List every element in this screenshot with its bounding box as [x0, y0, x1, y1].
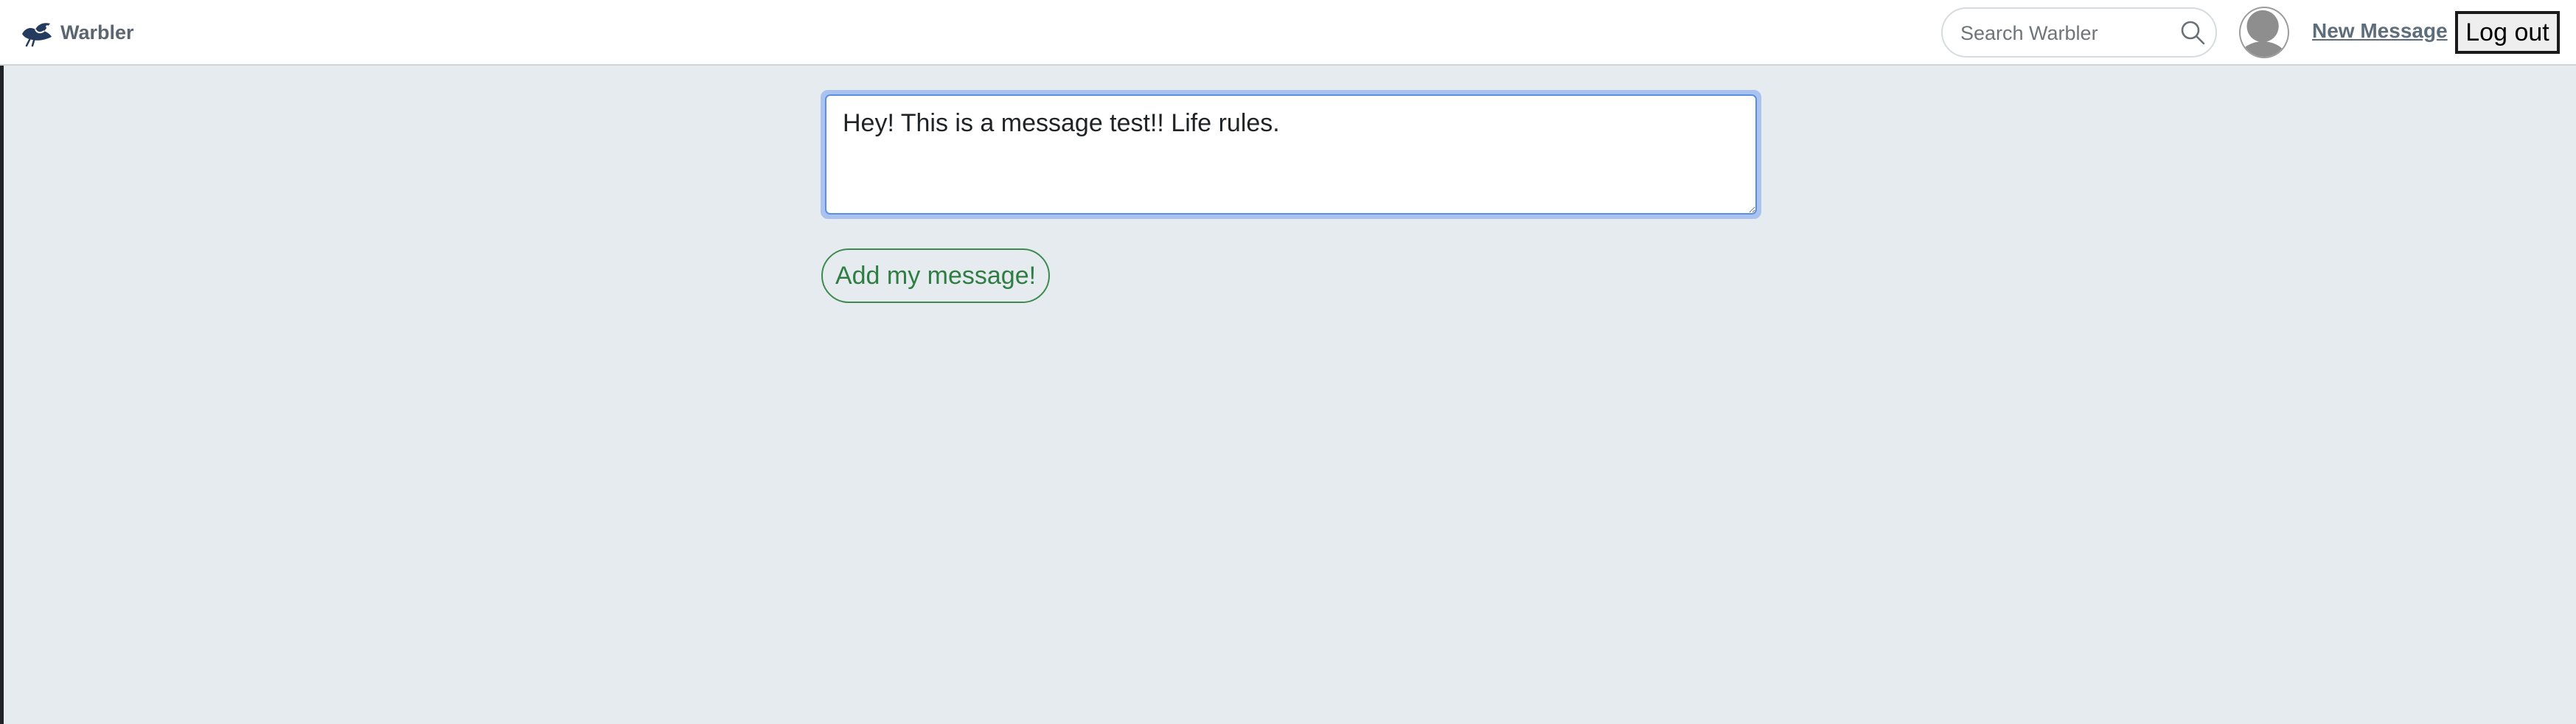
search-button[interactable]: [2177, 18, 2208, 49]
bird-logo-icon: [22, 23, 52, 47]
top-navbar: Warbler New Message Log out: [0, 0, 2576, 66]
default-avatar-icon: [2241, 10, 2287, 57]
brand-name: Warbler: [60, 21, 134, 43]
add-message-button[interactable]: Add my message!: [821, 248, 1050, 303]
brand-home-link[interactable]: Warbler: [19, 15, 134, 50]
logout-button[interactable]: Log out: [2455, 11, 2560, 54]
new-message-link[interactable]: New Message: [2312, 19, 2448, 43]
message-composer: Hey! This is a message test!! Life rules…: [821, 90, 1761, 219]
app-page: Warbler New Message Log out Hey! This is…: [0, 0, 2576, 724]
search-icon: [2181, 21, 2205, 45]
search-input[interactable]: [1959, 15, 2176, 52]
message-textarea[interactable]: Hey! This is a message test!! Life rules…: [825, 94, 1757, 215]
search-form: [1941, 7, 2217, 58]
user-avatar[interactable]: [2239, 7, 2289, 58]
window-edge: [0, 0, 4, 724]
